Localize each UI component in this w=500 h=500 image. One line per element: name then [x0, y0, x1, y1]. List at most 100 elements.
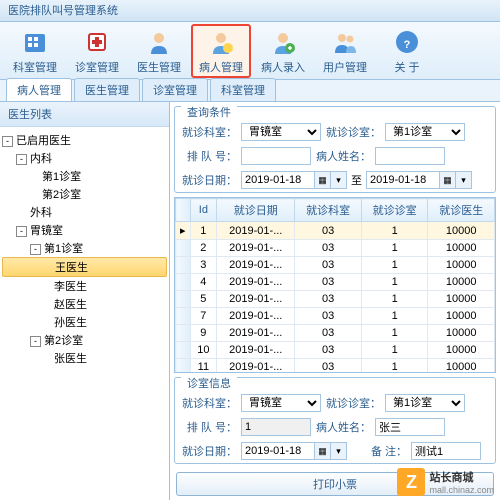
cell: 03: [295, 342, 362, 359]
collapse-icon[interactable]: -: [2, 136, 13, 147]
dropdown-icon[interactable]: ▾: [456, 171, 472, 189]
detail-title: 诊室信息: [181, 375, 237, 391]
cell: 10: [190, 342, 217, 359]
toolbar-patient-entry[interactable]: 病人录入: [253, 24, 313, 78]
dept-select[interactable]: 胃镜室: [241, 394, 321, 412]
building-icon: [20, 27, 50, 57]
col-date[interactable]: 就诊日期: [217, 199, 295, 222]
tree-node[interactable]: 张医生: [2, 349, 167, 367]
name-input[interactable]: [375, 418, 445, 436]
tree-root[interactable]: -已启用医生: [2, 131, 167, 149]
name-label: 病人姓名：: [315, 148, 371, 164]
watermark-logo-icon: Z: [397, 468, 425, 496]
tab-doctor[interactable]: 医生管理: [74, 78, 140, 101]
cell: 10000: [428, 222, 495, 240]
cell: 1: [361, 325, 428, 342]
collapse-icon[interactable]: -: [16, 154, 27, 165]
toolbar-room-mgmt[interactable]: 诊室管理: [67, 24, 127, 78]
query-group: 查询条件 就诊科室： 胃镜室 就诊诊室： 第1诊室 排 队 号： 病人姓名： 就…: [174, 106, 496, 193]
date-label: 就诊日期：: [181, 443, 237, 459]
row-marker: [176, 291, 191, 308]
tab-strip: 病人管理 医生管理 诊室管理 科室管理: [0, 80, 500, 102]
main-toolbar: 科室管理 诊室管理 医生管理 病人管理 病人录入 用户管理 ? 关 于: [0, 22, 500, 80]
table-row[interactable]: 22019-01-...03110000: [176, 240, 495, 257]
cell: 03: [295, 359, 362, 374]
cell: 4: [190, 274, 217, 291]
col-doctor[interactable]: 就诊医生: [428, 199, 495, 222]
table-row[interactable]: ▸12019-01-...03110000: [176, 222, 495, 240]
table-row[interactable]: 102019-01-...03110000: [176, 342, 495, 359]
cell: 2: [190, 240, 217, 257]
toolbar-user-mgmt[interactable]: 用户管理: [315, 24, 375, 78]
tree-node[interactable]: -胃镜室: [2, 221, 167, 239]
tree-node[interactable]: 孙医生: [2, 313, 167, 331]
table-row[interactable]: 72019-01-...03110000: [176, 308, 495, 325]
row-marker: [176, 325, 191, 342]
table-row[interactable]: 112019-01-...03110000: [176, 359, 495, 374]
tree-node-selected[interactable]: 王医生: [2, 257, 167, 277]
cell: 1: [361, 240, 428, 257]
remark-input[interactable]: [411, 442, 481, 460]
cell: 10000: [428, 257, 495, 274]
calendar-icon[interactable]: ▦: [440, 171, 456, 189]
dept-select[interactable]: 胃镜室: [241, 123, 321, 141]
name-label: 病人姓名：: [315, 419, 371, 435]
room-label: 就诊诊室：: [325, 124, 381, 140]
cell: 10000: [428, 325, 495, 342]
to-label: 至: [351, 172, 362, 188]
queue-input: [241, 418, 311, 436]
cell: 10000: [428, 308, 495, 325]
calendar-icon[interactable]: ▦: [315, 442, 331, 460]
col-id[interactable]: Id: [190, 199, 217, 222]
room-select[interactable]: 第1诊室: [385, 394, 465, 412]
collapse-icon[interactable]: -: [30, 244, 41, 255]
collapse-icon[interactable]: -: [16, 226, 27, 237]
toolbar-label: 用户管理: [323, 59, 367, 75]
toolbar-doctor-mgmt[interactable]: 医生管理: [129, 24, 189, 78]
date-to-input[interactable]: [366, 171, 440, 189]
date-from-input[interactable]: [241, 171, 315, 189]
date-input[interactable]: [241, 442, 315, 460]
col-room[interactable]: 就诊诊室: [361, 199, 428, 222]
queue-input[interactable]: [241, 147, 311, 165]
queue-label: 排 队 号：: [181, 419, 237, 435]
tab-patient[interactable]: 病人管理: [6, 78, 72, 101]
toolbar-dept-mgmt[interactable]: 科室管理: [5, 24, 65, 78]
name-input[interactable]: [375, 147, 445, 165]
tree-node[interactable]: 赵医生: [2, 295, 167, 313]
cell: 2019-01-...: [217, 291, 295, 308]
cell: 1: [361, 308, 428, 325]
tree-node[interactable]: -第1诊室: [2, 239, 167, 257]
tree-node[interactable]: 外科: [2, 203, 167, 221]
dropdown-icon[interactable]: ▾: [331, 171, 347, 189]
data-grid[interactable]: Id 就诊日期 就诊科室 就诊诊室 就诊医生 ▸12019-01-...0311…: [174, 197, 496, 373]
patient-icon: [206, 27, 236, 57]
table-row[interactable]: 52019-01-...03110000: [176, 291, 495, 308]
tree-node[interactable]: -内科: [2, 149, 167, 167]
tree-node[interactable]: 李医生: [2, 277, 167, 295]
col-dept[interactable]: 就诊科室: [295, 199, 362, 222]
cell: 7: [190, 308, 217, 325]
collapse-icon[interactable]: -: [30, 336, 41, 347]
cell: 10000: [428, 359, 495, 374]
table-row[interactable]: 42019-01-...03110000: [176, 274, 495, 291]
toolbar-patient-mgmt[interactable]: 病人管理: [191, 24, 251, 78]
calendar-icon[interactable]: ▦: [315, 171, 331, 189]
tree-node[interactable]: -第2诊室: [2, 331, 167, 349]
tab-room[interactable]: 诊室管理: [142, 78, 208, 101]
table-row[interactable]: 32019-01-...03110000: [176, 257, 495, 274]
table-row[interactable]: 92019-01-...03110000: [176, 325, 495, 342]
dropdown-icon[interactable]: ▾: [331, 442, 347, 460]
tree-node[interactable]: 第1诊室: [2, 167, 167, 185]
cell: 1: [361, 342, 428, 359]
tab-dept[interactable]: 科室管理: [210, 78, 276, 101]
left-panel-title: 医生列表: [0, 102, 169, 127]
cell: 1: [190, 222, 217, 240]
tree-node[interactable]: 第2诊室: [2, 185, 167, 203]
cell: 10000: [428, 342, 495, 359]
room-select[interactable]: 第1诊室: [385, 123, 465, 141]
cell: 10000: [428, 274, 495, 291]
room-label: 就诊诊室：: [325, 395, 381, 411]
toolbar-about[interactable]: ? 关 于: [377, 24, 437, 78]
doctor-tree[interactable]: -已启用医生 -内科 第1诊室 第2诊室 外科 -胃镜室 -第1诊室 王医生 李…: [0, 127, 169, 500]
